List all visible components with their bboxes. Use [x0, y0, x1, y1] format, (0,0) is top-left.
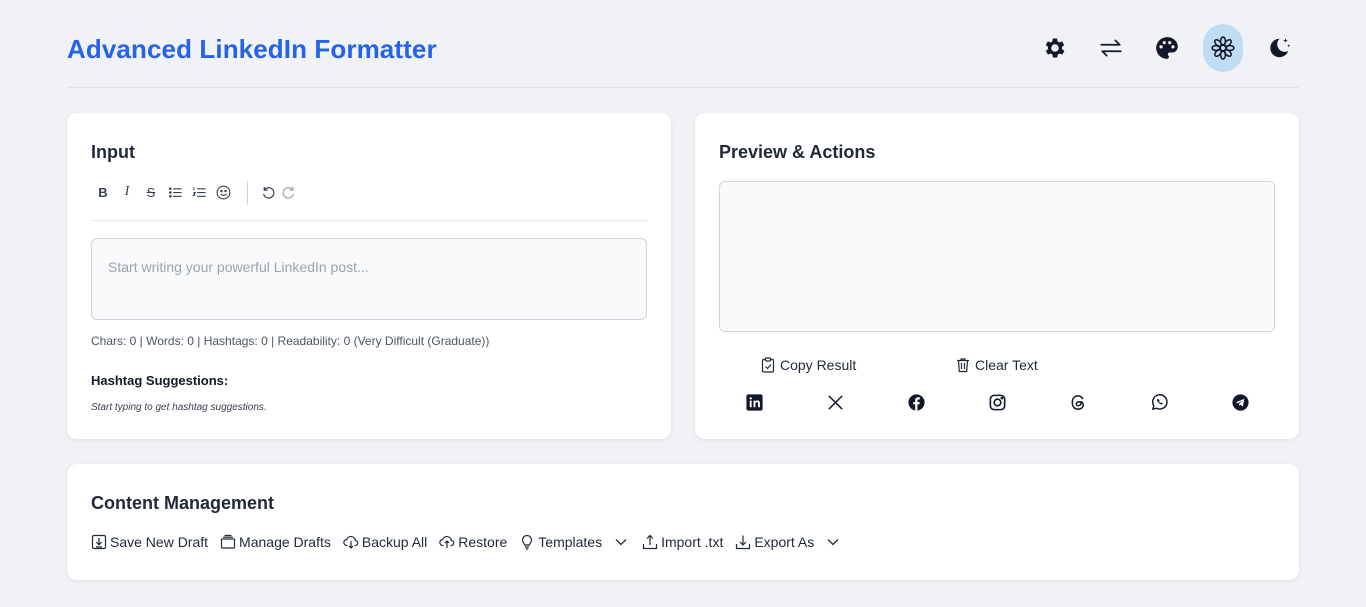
backup-all-button[interactable]: Backup All — [343, 534, 427, 550]
numbered-list-button[interactable] — [187, 181, 211, 203]
linkedin-icon — [745, 393, 763, 411]
bullet-list-button[interactable] — [163, 181, 187, 203]
flower-icon — [1211, 36, 1235, 60]
templates-label: Templates — [538, 534, 603, 550]
hashtag-suggestions-title: Hashtag Suggestions: — [91, 373, 229, 388]
whatsapp-icon — [1151, 393, 1168, 410]
share-telegram-button[interactable] — [1229, 391, 1251, 413]
style-button[interactable] — [1203, 24, 1243, 72]
manage-drafts-button[interactable]: Manage Drafts — [220, 534, 331, 550]
restore-button[interactable]: Restore — [439, 534, 507, 550]
telegram-icon — [1231, 393, 1249, 411]
text-stats: Chars: 0 | Words: 0 | Hashtags: 0 | Read… — [91, 334, 490, 348]
share-facebook-button[interactable] — [905, 391, 927, 413]
app-header: Advanced LinkedIn Formatter — [67, 24, 1299, 88]
clear-text-button[interactable]: Clear Text — [955, 357, 1038, 373]
format-toolbar: B I S — [91, 181, 647, 221]
undo-button[interactable] — [258, 181, 278, 203]
redo-icon — [282, 186, 294, 199]
redo-button[interactable] — [278, 181, 298, 203]
share-buttons — [719, 391, 1275, 415]
gear-icon — [1045, 38, 1065, 58]
hashtag-suggestions-hint: Start typing to get hashtag suggestions. — [91, 402, 267, 413]
export-as-button[interactable]: Export As — [735, 534, 814, 550]
share-linkedin-button[interactable] — [743, 391, 765, 413]
copy-result-button[interactable]: Copy Result — [760, 357, 856, 373]
lightbulb-icon — [522, 534, 533, 550]
input-card: Input B I S Chars: 0 | Words: 0 | Hashta… — [67, 113, 671, 439]
templates-button[interactable]: Templates — [519, 534, 602, 550]
content-management-card: Content Management Save New Draft Manage… — [67, 464, 1299, 580]
x-icon — [827, 394, 843, 410]
share-x-button[interactable] — [824, 391, 846, 413]
instagram-icon — [989, 394, 1005, 410]
backup-all-label: Backup All — [361, 534, 428, 550]
save-draft-label: Save New Draft — [110, 534, 209, 550]
restore-label: Restore — [458, 534, 508, 550]
facebook-icon — [907, 393, 925, 411]
emoji-button[interactable] — [211, 181, 235, 203]
input-card-title: Input — [91, 142, 135, 162]
palette-icon — [1156, 37, 1178, 59]
header-actions — [1019, 24, 1299, 72]
moon-stars-icon — [1270, 38, 1291, 58]
save-down-icon — [91, 534, 107, 550]
export-as-label: Export As — [754, 534, 815, 550]
swap-arrows-icon — [1100, 39, 1122, 57]
swap-button[interactable] — [1091, 24, 1131, 72]
drafts-stack-icon — [220, 534, 236, 549]
export-dropdown[interactable] — [826, 534, 842, 550]
save-draft-button[interactable]: Save New Draft — [91, 534, 208, 550]
content-actions: Save New Draft Manage Drafts Backup All … — [91, 534, 854, 550]
italic-button[interactable]: I — [115, 181, 139, 203]
share-whatsapp-button[interactable] — [1148, 391, 1170, 413]
manage-drafts-label: Manage Drafts — [239, 534, 331, 550]
settings-button[interactable] — [1035, 24, 1075, 72]
preview-card-title: Preview & Actions — [719, 142, 876, 162]
preview-card: Preview & Actions Copy Result Clear Text — [695, 113, 1299, 439]
clear-text-label: Clear Text — [975, 357, 1038, 373]
share-threads-button[interactable] — [1067, 391, 1089, 413]
threads-icon — [1071, 394, 1084, 410]
chevron-down-icon — [615, 539, 627, 546]
theme-palette-button[interactable] — [1147, 24, 1187, 72]
import-txt-label: Import .txt — [661, 534, 724, 550]
content-card-title: Content Management — [91, 493, 275, 513]
import-txt-button[interactable]: Import .txt — [642, 534, 723, 550]
app-title: Advanced LinkedIn Formatter — [67, 34, 437, 64]
cloud-download-icon — [343, 535, 359, 549]
trash-icon — [957, 358, 969, 373]
bullet-list-icon — [168, 186, 182, 198]
preview-output — [719, 181, 1275, 332]
upload-icon — [642, 534, 658, 550]
numbered-list-icon — [191, 186, 206, 197]
post-input[interactable] — [91, 238, 647, 320]
cloud-upload-icon — [439, 535, 455, 548]
templates-dropdown[interactable] — [614, 534, 630, 550]
dark-mode-button[interactable] — [1259, 24, 1299, 72]
clipboard-check-icon — [761, 357, 775, 373]
smiley-icon — [216, 185, 230, 199]
undo-icon — [262, 186, 274, 199]
toolbar-divider — [247, 181, 248, 205]
download-icon — [736, 535, 751, 550]
chevron-down-icon — [827, 539, 839, 546]
bold-button[interactable]: B — [91, 181, 115, 203]
strikethrough-button[interactable]: S — [139, 181, 163, 203]
copy-result-label: Copy Result — [780, 357, 857, 373]
share-instagram-button[interactable] — [986, 391, 1008, 413]
